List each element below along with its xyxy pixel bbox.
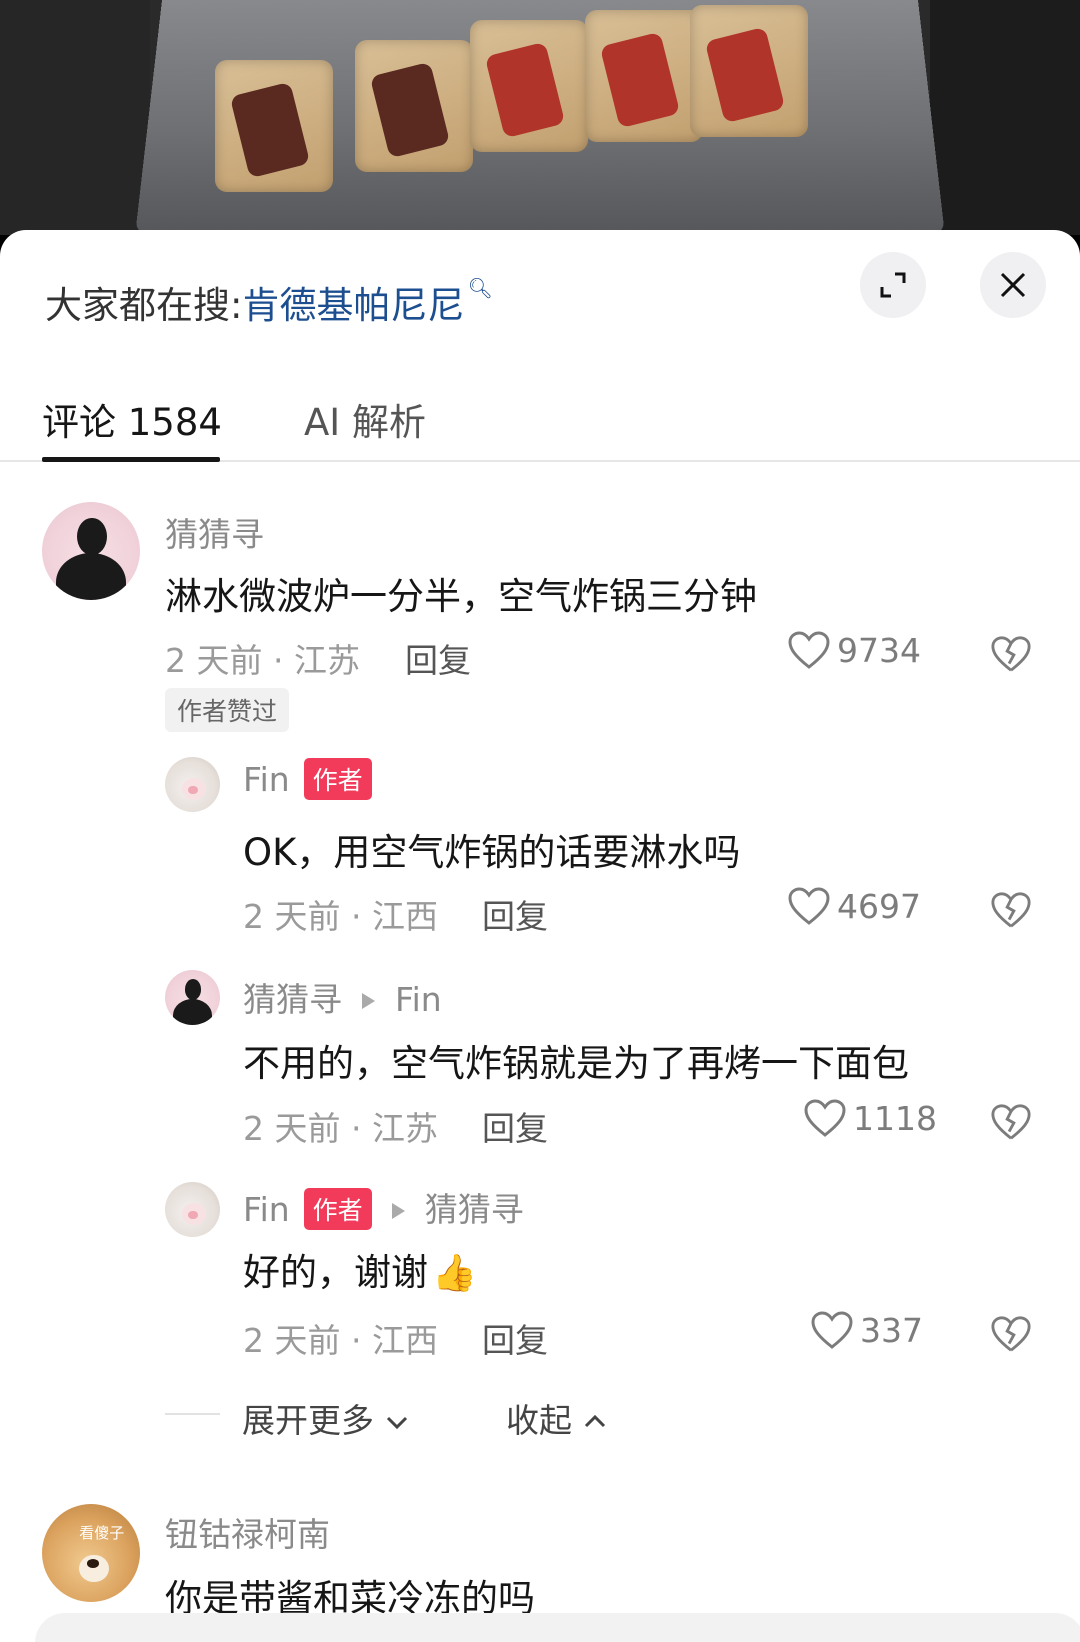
chevron-down-icon [385,1412,409,1432]
comment-sheet: 大家都在搜: 肯德基帕尼尼 🔍︎ 评论 1584 AI 解析 猜猜寻 淋水微波炉… [0,230,1080,1642]
reply-to-arrow-icon [392,1203,405,1219]
avatar[interactable] [42,502,140,600]
dislike-button[interactable] [990,1314,1032,1358]
reply-meta: 2 天前 · 江西 [243,890,438,938]
broken-heart-icon [990,1314,1032,1354]
reply-username[interactable]: Fin 作者 [243,760,372,803]
trending-term[interactable]: 肯德基帕尼尼 [242,275,464,329]
avatar[interactable] [165,757,220,812]
tab-comments[interactable]: 评论 1584 [42,392,222,446]
dislike-button[interactable] [990,634,1032,678]
divider-line [165,1413,220,1415]
like-count: 4697 [837,887,921,926]
like-button[interactable]: 4697 [787,886,921,926]
avatar[interactable]: 看傻子 [42,1504,140,1602]
heart-icon [787,886,831,926]
reply-text[interactable]: 不用的，空气炸锅就是为了再烤一下面包 [243,1033,909,1087]
avatar[interactable] [165,970,220,1025]
active-tab-indicator [42,457,220,462]
collapse-button[interactable]: 收起 [506,1394,607,1442]
thumbs-up-emoji: 👍 [432,1252,477,1294]
dislike-button[interactable] [990,1102,1032,1146]
burger-wrap [355,40,473,172]
reply-button[interactable]: 回复 [482,1102,548,1150]
tab-ai-analysis[interactable]: AI 解析 [304,392,426,446]
video-background [0,0,1080,235]
reply-meta: 2 天前 · 江西 [243,1314,438,1362]
expand-icon [877,269,909,301]
broken-heart-icon [990,634,1032,674]
like-button[interactable]: 9734 [787,630,921,670]
close-icon [998,270,1028,300]
broken-heart-icon [990,890,1032,930]
search-icon: 🔍︎ [467,276,492,300]
comment-input-bar[interactable] [35,1613,1080,1642]
heart-icon [787,630,831,670]
avatar[interactable] [165,1182,220,1237]
broken-heart-icon [990,1102,1032,1142]
burger-wrap [690,5,808,137]
reply-to-user[interactable]: 猜猜寻 [425,1190,524,1229]
expand-button[interactable] [860,252,926,318]
expand-more-button[interactable]: 展开更多 [242,1394,409,1442]
reply-to-arrow-icon [362,993,375,1009]
heart-icon [810,1310,854,1350]
close-button[interactable] [980,252,1046,318]
chevron-up-icon [583,1412,607,1432]
like-button[interactable]: 337 [810,1310,923,1350]
tab-bar: 评论 1584 AI 解析 [0,370,1080,462]
comment-meta: 2 天前 · 江苏 [165,634,360,682]
reply-button[interactable]: 回复 [405,634,471,682]
like-count: 337 [860,1311,923,1350]
reply-text[interactable]: 好的，谢谢 👍 [243,1242,477,1296]
reply-button[interactable]: 回复 [482,890,548,938]
author-tag: 作者 [304,1188,372,1230]
reply-to-user[interactable]: Fin [395,980,442,1019]
burger-wrap [585,10,703,142]
comment-username[interactable]: 猜猜寻 [165,508,264,556]
comment-username[interactable]: 钮钴禄柯南 [165,1508,330,1556]
trending-search[interactable]: 大家都在搜: 肯德基帕尼尼 🔍︎ [45,272,493,332]
reply-meta: 2 天前 · 江苏 [243,1102,438,1150]
reply-button[interactable]: 回复 [482,1314,548,1362]
reply-username[interactable]: 猜猜寻 Fin [243,973,442,1021]
burger-wrap [470,20,588,152]
reply-username[interactable]: Fin 作者 猜猜寻 [243,1183,524,1233]
heart-icon [803,1098,847,1138]
reply-text[interactable]: OK，用空气炸锅的话要淋水吗 [243,822,740,876]
author-liked-badge: 作者赞过 [165,688,289,732]
dislike-button[interactable] [990,890,1032,934]
like-count: 9734 [837,631,921,670]
trending-label: 大家都在搜: [45,275,242,329]
like-count: 1118 [853,1099,937,1138]
like-button[interactable]: 1118 [803,1098,937,1138]
author-tag: 作者 [304,758,372,800]
burger-wrap [215,60,333,192]
comment-text[interactable]: 淋水微波炉一分半，空气炸锅三分钟 [165,566,757,620]
